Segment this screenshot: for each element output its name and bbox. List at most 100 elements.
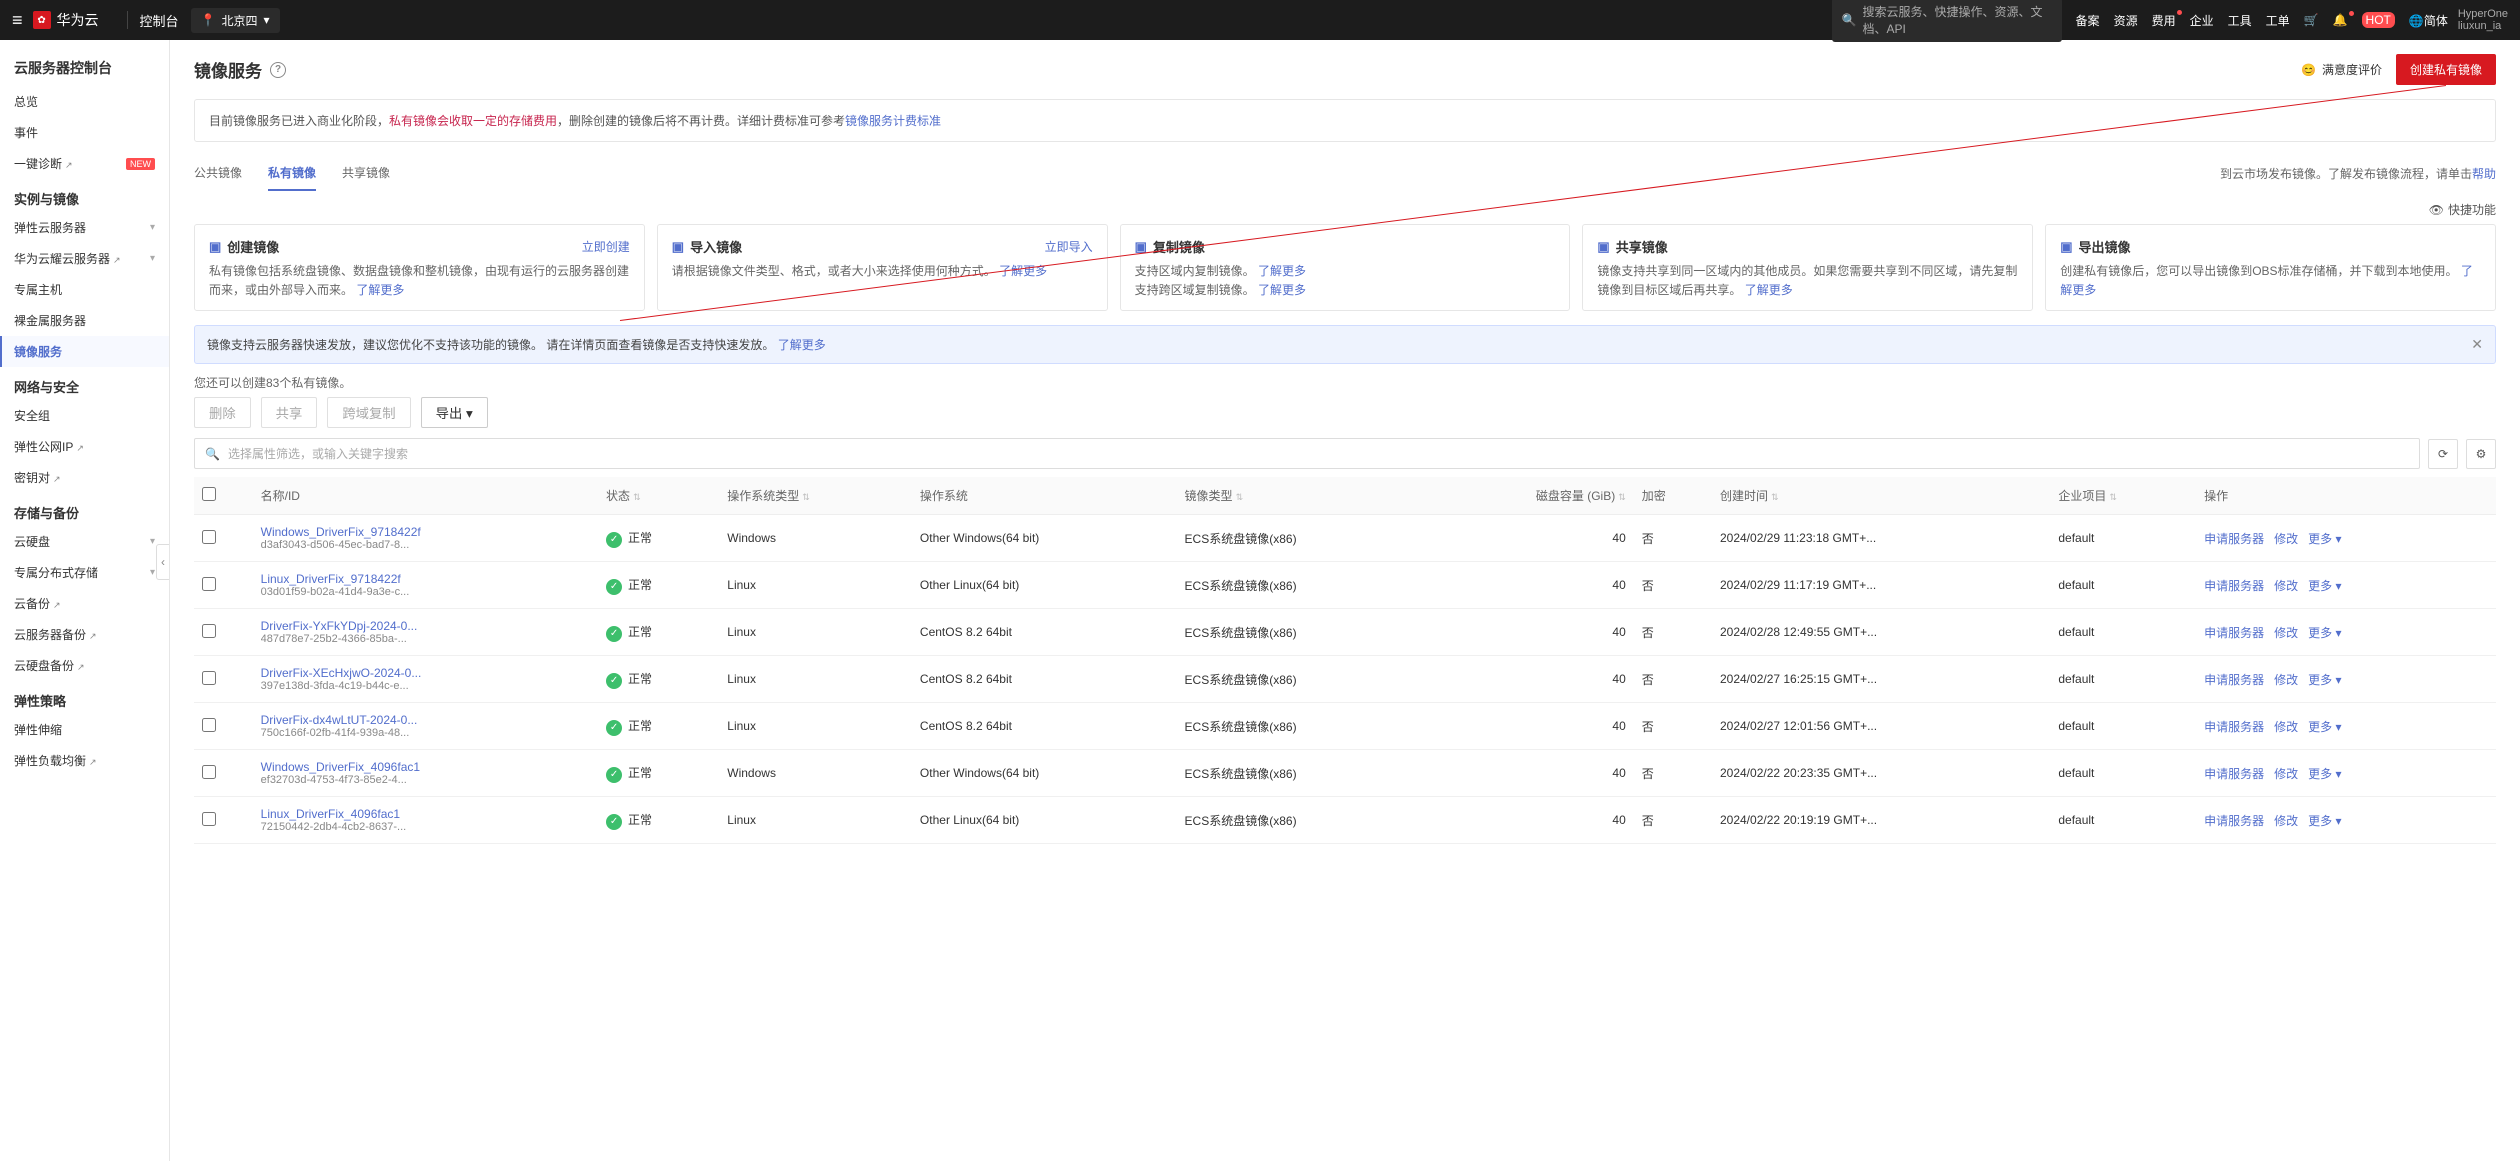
cross-copy-button[interactable]: 跨域复制 [327, 397, 410, 428]
top-link[interactable]: 企业 [2190, 12, 2214, 29]
image-name-link[interactable]: Windows_DriverFix_9718422f [261, 525, 590, 539]
sidebar-item[interactable]: 弹性云服务器▾ [0, 212, 169, 243]
apply-server-link[interactable]: 申请服务器 [2204, 765, 2264, 782]
sidebar-item[interactable]: 一键诊断↗NEW [0, 148, 169, 179]
learn-more-link[interactable]: 了解更多 [1741, 283, 1792, 297]
top-link[interactable]: 费用 [2152, 12, 2176, 29]
top-link[interactable]: 工具 [2228, 12, 2252, 29]
sidebar-item[interactable]: 云服务器备份↗ [0, 619, 169, 650]
image-name-link[interactable]: Windows_DriverFix_4096fac1 [261, 760, 590, 774]
more-link[interactable]: 更多 ▾ [2308, 671, 2341, 688]
filter-input[interactable]: 🔍 选择属性筛选，或输入关键字搜索 [194, 438, 2420, 469]
create-private-image-button[interactable]: 创建私有镜像 [2396, 54, 2496, 85]
column-header[interactable]: 操作 [2196, 477, 2496, 515]
tab[interactable]: 公共镜像 [194, 156, 242, 191]
edit-link[interactable]: 修改 [2274, 718, 2298, 735]
tab[interactable]: 私有镜像 [268, 156, 316, 191]
image-name-link[interactable]: DriverFix-YxFkYDpj-2024-0... [261, 619, 590, 633]
sidebar-item[interactable]: 弹性公网IP↗ [0, 431, 169, 462]
apply-server-link[interactable]: 申请服务器 [2204, 718, 2264, 735]
close-icon[interactable]: ✕ [2471, 336, 2483, 353]
column-header[interactable]: 磁盘容量 (GiB)⇅ [1427, 477, 1634, 515]
sidebar-item[interactable]: 专属分布式存储▾ [0, 557, 169, 588]
sidebar-item[interactable]: 弹性负载均衡↗ [0, 745, 169, 776]
image-name-link[interactable]: DriverFix-XEcHxjwO-2024-0... [261, 666, 590, 680]
apply-server-link[interactable]: 申请服务器 [2204, 530, 2264, 547]
bell-icon[interactable]: 🔔 [2333, 13, 2348, 27]
edit-link[interactable]: 修改 [2274, 530, 2298, 547]
export-button[interactable]: 导出 ▾ [421, 397, 488, 428]
sidebar-item[interactable]: 云硬盘▾ [0, 526, 169, 557]
row-checkbox[interactable] [202, 718, 216, 732]
column-header[interactable]: 操作系统类型⇅ [719, 477, 912, 515]
sidebar-item[interactable]: 密钥对↗ [0, 462, 169, 493]
notice-link[interactable]: 镜像服务计费标准 [845, 114, 941, 128]
row-checkbox[interactable] [202, 671, 216, 685]
help-icon[interactable]: ? [270, 62, 286, 78]
edit-link[interactable]: 修改 [2274, 624, 2298, 641]
row-checkbox[interactable] [202, 624, 216, 638]
card-action[interactable]: 立即创建 [582, 238, 630, 255]
sidebar-item[interactable]: 事件 [0, 117, 169, 148]
cart-icon[interactable]: 🛒 [2304, 13, 2319, 27]
edit-link[interactable]: 修改 [2274, 577, 2298, 594]
banner-more[interactable]: 了解更多 [778, 338, 826, 352]
row-checkbox[interactable] [202, 812, 216, 826]
tab[interactable]: 共享镜像 [342, 156, 390, 191]
sidebar-item[interactable]: 弹性伸缩 [0, 714, 169, 745]
learn-more-link[interactable]: 了解更多 [1255, 283, 1306, 297]
apply-server-link[interactable]: 申请服务器 [2204, 812, 2264, 829]
sidebar-item[interactable]: 云备份↗ [0, 588, 169, 619]
apply-server-link[interactable]: 申请服务器 [2204, 671, 2264, 688]
share-button[interactable]: 共享 [261, 397, 318, 428]
top-link[interactable]: 资源 [2114, 12, 2138, 29]
quick-functions[interactable]: 👁快捷功能 [2429, 201, 2496, 218]
global-search[interactable]: 🔍 搜索云服务、快捷操作、资源、文档、API [1832, 0, 2062, 42]
column-header[interactable]: 创建时间⇅ [1712, 477, 2050, 515]
edit-link[interactable]: 修改 [2274, 671, 2298, 688]
region-selector[interactable]: 📍 北京四 ▾ [191, 8, 280, 33]
image-name-link[interactable]: DriverFix-dx4wLtUT-2024-0... [261, 713, 590, 727]
user-menu[interactable]: HyperOne liuxun_ia [2458, 8, 2508, 32]
console-label[interactable]: 控制台 [140, 11, 179, 30]
select-all-checkbox[interactable] [202, 487, 216, 501]
rating-link[interactable]: 😊 满意度评价 [2301, 61, 2382, 78]
sidebar-item[interactable]: 总览 [0, 86, 169, 117]
card-action[interactable]: 立即导入 [1045, 238, 1093, 255]
more-link[interactable]: 更多 ▾ [2308, 530, 2341, 547]
top-link[interactable]: 工单 [2266, 12, 2290, 29]
learn-more-link[interactable]: 了解更多 [996, 264, 1047, 278]
column-header[interactable]: 加密 [1634, 477, 1712, 515]
refresh-button[interactable]: ⟳ [2428, 439, 2458, 469]
column-header[interactable]: 镜像类型⇅ [1177, 477, 1427, 515]
learn-more-link[interactable]: 了解更多 [353, 283, 404, 297]
learn-more-link[interactable]: 了解更多 [1255, 264, 1306, 278]
column-header[interactable]: 企业项目⇅ [2050, 477, 2196, 515]
edit-link[interactable]: 修改 [2274, 765, 2298, 782]
column-header[interactable]: 状态⇅ [598, 477, 719, 515]
top-link[interactable]: 备案 [2076, 12, 2100, 29]
help-link[interactable]: 帮助 [2472, 167, 2496, 181]
more-link[interactable]: 更多 ▾ [2308, 812, 2341, 829]
settings-button[interactable]: ⚙ [2466, 439, 2496, 469]
more-link[interactable]: 更多 ▾ [2308, 765, 2341, 782]
image-name-link[interactable]: Linux_DriverFix_4096fac1 [261, 807, 590, 821]
sidebar-item[interactable]: 专属主机 [0, 274, 169, 305]
more-link[interactable]: 更多 ▾ [2308, 624, 2341, 641]
more-link[interactable]: 更多 ▾ [2308, 577, 2341, 594]
row-checkbox[interactable] [202, 577, 216, 591]
sidebar-item[interactable]: 裸金属服务器 [0, 305, 169, 336]
globe-icon[interactable]: 🌐简体 [2409, 12, 2448, 29]
delete-button[interactable]: 删除 [194, 397, 251, 428]
row-checkbox[interactable] [202, 530, 216, 544]
hamburger-icon[interactable]: ≡ [12, 10, 23, 31]
column-header[interactable]: 操作系统 [912, 477, 1177, 515]
more-link[interactable]: 更多 ▾ [2308, 718, 2341, 735]
apply-server-link[interactable]: 申请服务器 [2204, 624, 2264, 641]
sidebar-item[interactable]: 镜像服务 [0, 336, 169, 367]
sidebar-collapse[interactable]: ‹ [156, 544, 170, 580]
sidebar-item[interactable]: 云硬盘备份↗ [0, 650, 169, 681]
column-header[interactable]: 名称/ID [253, 477, 598, 515]
sidebar-item[interactable]: 安全组 [0, 400, 169, 431]
row-checkbox[interactable] [202, 765, 216, 779]
